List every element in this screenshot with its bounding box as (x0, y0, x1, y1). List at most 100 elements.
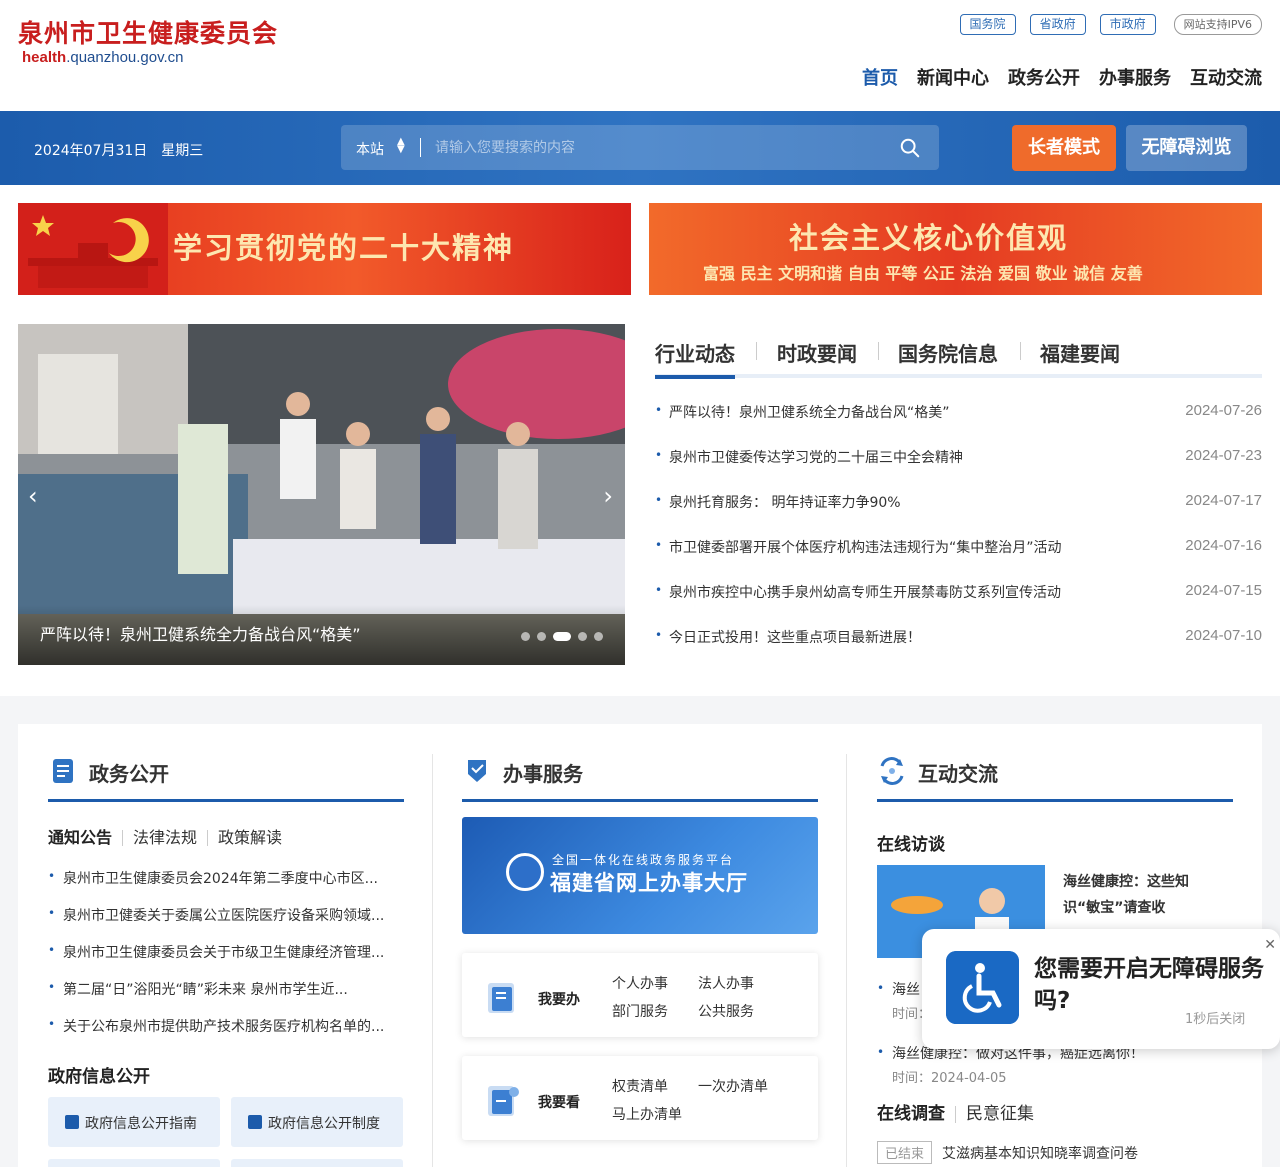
form-icon (488, 983, 514, 1013)
tab-industry[interactable]: 行业动态 (655, 338, 735, 379)
news-carousel[interactable]: ‹ › 严阵以待！泉州卫健系统全力备战台风“格美” (18, 324, 625, 665)
list-item[interactable]: • 第二届“日”浴阳光“睛”彩未来 泉州市学生近... (48, 977, 404, 1014)
list-item[interactable]: • 泉州市卫生健康委员会关于市级卫生健康经济管理... (48, 940, 404, 977)
info-more-button[interactable] (231, 1159, 403, 1167)
news-item[interactable]: • 泉州市卫健委传达学习党的二十届三中全会精神 2024-07-23 (655, 444, 1262, 489)
nav-news[interactable]: 新闻中心 (917, 64, 989, 90)
info-public-heading: 政府信息公开 (48, 1067, 150, 1087)
emblem-icon (506, 853, 544, 891)
search-box: 本站 ▲ ▼ (341, 125, 939, 170)
link-dept[interactable]: 部门服务 (612, 1001, 668, 1021)
service-column: 办事服务 全国一体化在线政务服务平台 福建省网上办事大厅 我要办 个人办事 法人… (462, 724, 818, 1167)
card-label: 我要办 (538, 992, 580, 1008)
search-icon[interactable] (899, 137, 921, 159)
shield-icon (468, 760, 486, 782)
column-divider (432, 754, 433, 1167)
carousel-caption[interactable]: 严阵以待！泉州卫健系统全力备战台风“格美” (40, 621, 361, 645)
banner-values[interactable]: 社会主义核心价值观 富强 民主 文明和谐 自由 平等 公正 法治 爱国 敬业 诚… (649, 203, 1262, 295)
service-title: 办事服务 (503, 762, 583, 786)
carousel-dot[interactable] (521, 632, 530, 641)
nav-home[interactable]: 首页 (862, 64, 898, 90)
top-content: 学习贯彻党的二十大精神 社会主义核心价值观 富强 民主 文明和谐 自由 平等 公… (0, 185, 1280, 696)
tab-politics[interactable]: 时政要闻 (777, 338, 857, 367)
accessible-browse-button[interactable]: 无障碍浏览 (1126, 125, 1247, 171)
carousel-dot[interactable] (537, 632, 546, 641)
news-item[interactable]: • 市卫健委部署开展个体医疗机构违法违规行为“集中整治月”活动 2024-07-16 (655, 534, 1262, 579)
news-item[interactable]: • 严阵以待！泉州卫健系统全力备战台风“格美” 2024-07-26 (655, 399, 1262, 444)
banner-values-title: 社会主义核心价值观 (789, 221, 1069, 255)
banner-line1: 全国一体化在线政务服务平台 (552, 853, 735, 867)
nav-interact[interactable]: 互动交流 (1190, 64, 1262, 90)
fujian-service-banner[interactable]: 全国一体化在线政务服务平台 福建省网上办事大厅 (462, 817, 818, 934)
gov-list: • 泉州市卫生健康委员会2024年第二季度中心市区... • 泉州市卫健委关于委属公… (48, 866, 404, 1051)
tab-notice[interactable]: 通知公告 (48, 830, 122, 846)
gov-header: 政务公开 (48, 756, 404, 802)
info-system-button[interactable]: 政府信息公开制度 (231, 1097, 403, 1147)
nav-service[interactable]: 办事服务 (1099, 64, 1171, 90)
list-item[interactable]: • 泉州市卫健委关于委属公立医院医疗设备采购领域... (48, 903, 404, 940)
gov-column: 政务公开 通知公告 法律法规 政策解读 • 泉州市卫生健康委员会2024年第二季度… (48, 724, 404, 1167)
news-item[interactable]: • 泉州市疾控中心携手泉州幼高专师生开展禁毒防艾系列宣传活动 2024-07-15 (655, 579, 1262, 624)
survey-item[interactable]: 已结束 艾滋病基本知识知晓率调查问卷 (877, 1141, 1138, 1164)
search-scope-select[interactable]: 本站 (356, 139, 384, 159)
accessibility-popup[interactable]: 您需要开启无障碍服务吗? 1秒后关闭 ✕ (922, 929, 1280, 1049)
list-item[interactable]: • 海丝健康控：做对这件事，癌症远离你！ 时间：2024-04-05 (877, 1041, 1233, 1105)
interact-title: 互动交流 (918, 762, 998, 786)
service-card-view: 我要看 权责清单 一次办清单 马上办清单 (462, 1056, 818, 1140)
list-item[interactable]: • 泉州市卫生健康委员会2024年第二季度中心市区... (48, 866, 404, 903)
document-icon (53, 759, 73, 783)
tab-divider (756, 342, 757, 360)
nav-gov[interactable]: 政务公开 (1008, 64, 1080, 90)
popup-countdown: 1秒后关闭 (1185, 1012, 1246, 1027)
column-divider (846, 754, 847, 1167)
link-now-list[interactable]: 马上办清单 (612, 1104, 682, 1124)
tab-policy[interactable]: 政策解读 (207, 830, 292, 846)
info-more-button[interactable] (48, 1159, 220, 1167)
tab-opinion[interactable]: 民意征集 (955, 1106, 1044, 1123)
link-province[interactable]: 省政府 (1029, 14, 1086, 35)
gov-subtabs: 通知公告 法律法规 政策解读 (48, 830, 292, 846)
tab-fujian[interactable]: 福建要闻 (1040, 338, 1120, 367)
service-header: 办事服务 (462, 756, 818, 802)
close-icon[interactable]: ✕ (1264, 937, 1276, 953)
info-guide-button[interactable]: 政府信息公开指南 (48, 1097, 220, 1147)
carousel-dot-active[interactable] (553, 632, 571, 641)
news-item[interactable]: • 泉州托育服务： 明年持证率力争90% 2024-07-17 (655, 489, 1262, 534)
select-arrows-icon: ▲ ▼ (397, 136, 405, 155)
news-item[interactable]: • 今日正式投用！这些重点项目最新进展！ 2024-07-10 (655, 624, 1262, 669)
link-once-list[interactable]: 一次办清单 (698, 1076, 768, 1096)
link-public[interactable]: 公共服务 (698, 1001, 754, 1021)
carousel-dot[interactable] (594, 632, 603, 641)
link-personal[interactable]: 个人办事 (612, 973, 668, 993)
current-date: 2024年07月31日 星期三 (34, 143, 204, 159)
tab-laws[interactable]: 法律法规 (122, 830, 207, 846)
interview-title[interactable]: 海丝健康控：这些知识“敏宝”请查收 (1063, 869, 1223, 921)
carousel-dot[interactable] (578, 632, 587, 641)
link-power-list[interactable]: 权责清单 (612, 1076, 668, 1096)
survey-title: 艾滋病基本知识知晓率调查问卷 (942, 1146, 1139, 1162)
site-logo[interactable]: 泉州市卫生健康委员会 (18, 14, 278, 50)
link-legal[interactable]: 法人办事 (698, 973, 754, 993)
tab-divider (878, 342, 879, 360)
carousel-prev-icon[interactable]: ‹ (28, 482, 38, 510)
banner-line2: 福建省网上办事大厅 (550, 871, 748, 895)
top-links: 国务院 省政府 市政府 网站支持IPV6 (959, 14, 1262, 35)
link-state-council[interactable]: 国务院 (959, 14, 1016, 35)
site-domain: health.quanzhou.gov.cn (22, 49, 184, 66)
interact-header: 互动交流 (877, 756, 1233, 802)
list-item[interactable]: • 关于公布泉州市提供助产技术服务医疗机构名单的... (48, 1014, 404, 1051)
list-icon (488, 1086, 519, 1116)
doc-icon (65, 1115, 79, 1129)
online-interview-heading: 在线访谈 (877, 835, 945, 855)
carousel-next-icon[interactable]: › (603, 482, 613, 510)
news-tabs: 行业动态 时政要闻 国务院信息 福建要闻 (655, 338, 1262, 379)
tab-divider (1020, 342, 1021, 360)
elder-mode-button[interactable]: 长者模式 (1012, 125, 1116, 171)
doc-icon (248, 1115, 262, 1129)
service-card-do: 我要办 个人办事 法人办事 部门服务 公共服务 (462, 953, 818, 1037)
tab-state-council[interactable]: 国务院信息 (898, 338, 998, 367)
search-input[interactable] (435, 137, 885, 159)
banner-party[interactable]: 学习贯彻党的二十大精神 (18, 203, 631, 295)
link-city[interactable]: 市政府 (1099, 14, 1156, 35)
tab-survey[interactable]: 在线调查 (877, 1106, 955, 1123)
